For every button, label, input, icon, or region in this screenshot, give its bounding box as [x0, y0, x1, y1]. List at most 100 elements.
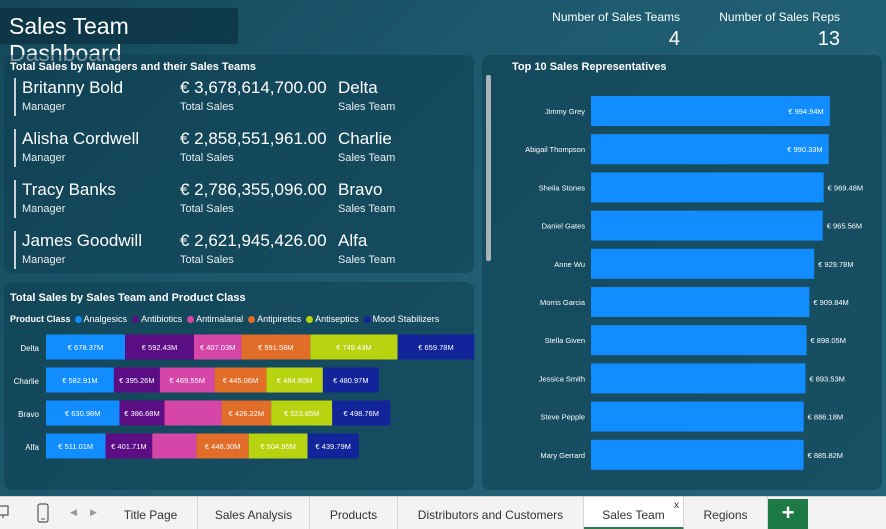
segment-data-label: € 386.68M — [124, 409, 159, 418]
tab-scroll-left-icon[interactable]: ◀ — [70, 507, 77, 518]
manager-row[interactable]: Tracy Banks Manager € 2,786,355,096.00 Tota… — [14, 180, 474, 222]
segment-data-label: € 504.95M — [260, 442, 295, 451]
manager-name: Britanny Bold — [22, 78, 124, 97]
category-tick-label: Delta — [20, 344, 39, 353]
tab-title-page[interactable]: Title Page — [104, 497, 198, 529]
tab-sales-team[interactable]: Sales Team x — [584, 497, 684, 529]
segment-data-label: € 523.85M — [284, 409, 319, 418]
rep-value-label: € 969.48M — [828, 183, 863, 192]
rep-bar[interactable] — [591, 172, 824, 203]
rep-bar[interactable] — [591, 325, 807, 356]
category-tick-label: Bravo — [18, 410, 39, 419]
sales-team-label: Sales Team — [338, 203, 396, 215]
manager-row[interactable]: Britanny Bold Manager € 3,678,614,700.00 To… — [14, 78, 474, 120]
manager-name: Alisha Cordwell — [22, 129, 140, 148]
rep-bar[interactable] — [591, 287, 810, 317]
page-tab-bar: ◀ ▶ Title Page Sales Analysis Products D… — [0, 496, 886, 529]
rep-bar[interactable] — [591, 363, 806, 394]
manager-name: James Goodwill — [22, 231, 142, 250]
sales-team-label: Sales Team — [338, 254, 396, 266]
legend-label: Antipiretics — [257, 314, 302, 324]
rep-value-label: € 909.84M — [813, 298, 848, 307]
product-class-legend: Product Class Analgesics Antibiotics Antim… — [10, 314, 444, 324]
top-reps-title: Top 10 Sales Representatives — [512, 61, 667, 73]
managers-card[interactable]: Total Sales by Managers and their Sales … — [4, 55, 474, 273]
kpi-sales-teams-value: 4 — [668, 28, 680, 50]
manager-total-sales: € 3,678,614,700.00 — [180, 78, 327, 97]
rep-name-label: Steve Pepple — [540, 413, 585, 422]
legend-label: Mood Stabilizers — [372, 314, 440, 324]
manager-row[interactable]: Alisha Cordwell Manager € 2,858,551,961.00… — [14, 129, 474, 171]
sales-team-label: Sales Team — [338, 101, 396, 113]
segment-data-label: € 678.37M — [68, 343, 103, 352]
rep-value-label: € 929.78M — [818, 260, 853, 269]
legend-dot-icon — [187, 315, 195, 323]
segment-data-label: € 445.06M — [223, 376, 258, 385]
tab-label: Sales Team — [602, 508, 665, 522]
segment-data-label: € 630.98M — [65, 409, 100, 418]
legend-item[interactable]: Antiseptics — [306, 314, 359, 324]
legend-item[interactable]: Antibiotics — [132, 314, 182, 324]
manager-label: Manager — [22, 152, 66, 164]
segment-data-label: € 439.79M — [315, 442, 350, 451]
legend-label: Antimalarial — [196, 314, 244, 324]
stacked-bar-segment[interactable] — [164, 400, 222, 426]
row-divider — [14, 231, 16, 269]
tab-scroll-right-icon[interactable]: ▶ — [90, 507, 97, 518]
tab-regions[interactable]: Regions — [684, 497, 768, 529]
tab-distributors-and-customers[interactable]: Distributors and Customers — [398, 497, 584, 529]
legend-label: Antiseptics — [315, 314, 359, 324]
rep-bar[interactable] — [591, 401, 804, 432]
segment-data-label: € 426.22M — [229, 409, 264, 418]
manager-sales-team: Alfa — [338, 231, 368, 250]
total-sales-label: Total Sales — [180, 254, 234, 266]
segment-data-label: € 448.30M — [205, 442, 240, 451]
segment-data-label: € 592.43M — [142, 343, 177, 352]
tab-sales-analysis[interactable]: Sales Analysis — [198, 497, 310, 529]
rep-value-label: € 898.05M — [811, 336, 846, 345]
tab-products[interactable]: Products — [310, 497, 398, 529]
segment-data-label: € 591.58M — [258, 343, 293, 352]
manager-label: Manager — [22, 254, 66, 266]
rep-bar[interactable] — [591, 439, 804, 470]
manager-sales-team: Charlie — [338, 129, 392, 148]
tab-label: Products — [329, 508, 378, 522]
rep-name-label: Jimmy Grey — [545, 107, 585, 116]
legend-item[interactable]: Antipiretics — [248, 314, 301, 324]
category-tick-label: Charlie — [14, 377, 40, 386]
rep-name-label: Jessica Smith — [539, 374, 585, 383]
add-page-button[interactable]: + — [768, 499, 808, 529]
segment-data-label: € 395.26M — [119, 376, 154, 385]
rep-name-label: Abigail Thompson — [525, 145, 585, 154]
kpi-sales-reps: Number of Sales Reps 13 — [719, 10, 840, 51]
rep-name-label: Sheila Stones — [539, 183, 586, 192]
kpi-sales-teams: Number of Sales Teams 4 — [552, 10, 680, 51]
rep-value-label: € 990.33M — [787, 145, 822, 154]
stacked-bar-title: Total Sales by Sales Team and Product Cl… — [10, 292, 246, 304]
managers-card-title: Total Sales by Managers and their Sales … — [10, 61, 256, 73]
segment-data-label: € 582.91M — [62, 376, 97, 385]
row-divider — [14, 78, 16, 116]
legend-item[interactable]: Mood Stabilizers — [363, 314, 440, 324]
kpi-sales-reps-value: 13 — [817, 28, 840, 50]
rep-value-label: € 886.18M — [808, 413, 843, 422]
rep-name-label: Mary Gerrard — [540, 451, 585, 460]
legend-label: Analgesics — [83, 314, 128, 324]
manager-row[interactable]: James Goodwill Manager € 2,621,945,426.00 T… — [14, 231, 474, 273]
stacked-bar-segment[interactable] — [152, 433, 197, 459]
rep-value-label: € 965.56M — [827, 222, 862, 231]
tab-label: Regions — [703, 508, 748, 522]
manager-label: Manager — [22, 203, 66, 215]
segment-data-label: € 401.71M — [111, 442, 146, 451]
rep-bar[interactable] — [591, 210, 823, 241]
manager-total-sales: € 2,786,355,096.00 — [180, 180, 327, 199]
rep-bar[interactable] — [591, 248, 815, 279]
rep-value-label: € 893.53M — [809, 374, 844, 383]
close-tab-icon[interactable]: x — [674, 500, 679, 511]
desktop-layout-icon[interactable] — [0, 505, 10, 519]
mobile-layout-icon[interactable] — [36, 503, 50, 523]
legend-dot-icon — [306, 315, 314, 323]
legend-item[interactable]: Antimalarial — [187, 314, 243, 324]
legend-item[interactable]: Analgesics — [74, 314, 128, 324]
manager-total-sales: € 2,621,945,426.00 — [180, 231, 327, 250]
